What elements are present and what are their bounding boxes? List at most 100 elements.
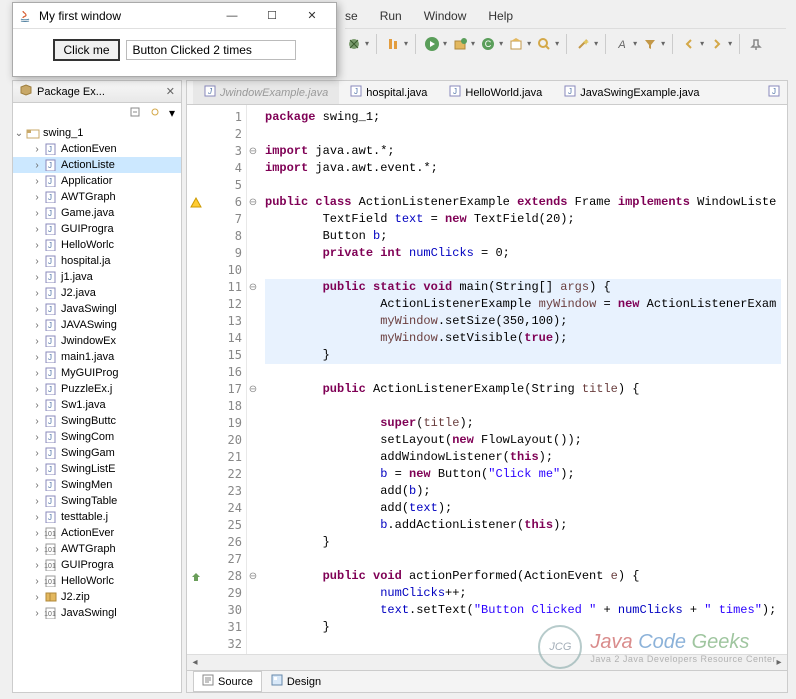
tree-item[interactable]: › J SwingListE <box>13 461 181 477</box>
expander-icon[interactable]: › <box>31 400 43 411</box>
expander-icon[interactable]: › <box>31 352 43 363</box>
output-textfield[interactable] <box>126 40 296 60</box>
dropdown-icon[interactable]: ▾ <box>661 39 665 48</box>
dropdown-icon[interactable]: ▾ <box>527 39 531 48</box>
collapse-icon[interactable] <box>129 106 141 121</box>
expander-icon[interactable]: › <box>31 192 43 203</box>
expander-icon[interactable]: › <box>31 480 43 491</box>
new-package-icon[interactable] <box>451 35 469 53</box>
menu-window[interactable]: Window <box>424 9 467 23</box>
dropdown-icon[interactable]: ▾ <box>404 39 408 48</box>
expander-icon[interactable]: › <box>31 240 43 251</box>
code-area[interactable]: package swing_1;import java.awt.*;import… <box>259 105 787 692</box>
expander-icon[interactable]: › <box>31 256 43 267</box>
tree-item[interactable]: › J hospital.ja <box>13 253 181 269</box>
tree-item[interactable]: › J HelloWorlc <box>13 237 181 253</box>
titlebar[interactable]: My first window — ☐ ✕ <box>13 3 336 29</box>
dropdown-icon[interactable]: ▾ <box>594 39 598 48</box>
close-icon[interactable]: ✕ <box>166 85 175 98</box>
scroll-left-icon[interactable]: ◂ <box>187 657 203 668</box>
tree-item[interactable]: › J ActionListe <box>13 157 181 173</box>
expander-icon[interactable]: › <box>31 336 43 347</box>
expander-icon[interactable]: › <box>31 512 43 523</box>
expander-icon[interactable]: › <box>31 384 43 395</box>
tab-javaswing[interactable]: J JavaSwingExample.java <box>553 81 710 104</box>
tree-item[interactable]: › J JAVASwing <box>13 317 181 333</box>
dropdown-icon[interactable]: ▾ <box>700 39 704 48</box>
expander-icon[interactable]: › <box>31 160 43 171</box>
expander-icon[interactable]: › <box>31 272 43 283</box>
tab-helloworld[interactable]: J HelloWorld.java <box>438 81 553 104</box>
tree-item[interactable]: › J j1.java <box>13 269 181 285</box>
toggle-a-icon[interactable]: A <box>613 35 631 53</box>
expander-icon[interactable]: › <box>31 528 43 539</box>
open-type-icon[interactable] <box>507 35 525 53</box>
tree-item[interactable]: › J Applicatior <box>13 173 181 189</box>
click-me-button[interactable]: Click me <box>53 39 119 61</box>
tree-item[interactable]: › J AWTGraph <box>13 189 181 205</box>
expander-icon[interactable]: › <box>31 432 43 443</box>
expander-icon[interactable]: › <box>31 224 43 235</box>
new-class-icon[interactable]: C <box>479 35 497 53</box>
tree-item[interactable]: › J GUIProgra <box>13 221 181 237</box>
dropdown-icon[interactable]: ▾ <box>471 39 475 48</box>
panel-header[interactable]: Package Ex... ✕ <box>13 81 181 103</box>
tree-item[interactable]: › 101 GUIProgra <box>13 557 181 573</box>
expander-icon[interactable]: ⌄ <box>13 128 25 139</box>
expander-icon[interactable]: › <box>31 592 43 603</box>
menu-icon[interactable]: ▾ <box>169 106 175 120</box>
tree-item[interactable]: › J PuzzleEx.j <box>13 381 181 397</box>
tree-item[interactable]: › J SwingButtc <box>13 413 181 429</box>
expander-icon[interactable]: › <box>31 416 43 427</box>
minimize-button[interactable]: — <box>212 3 252 28</box>
expander-icon[interactable]: › <box>31 496 43 507</box>
run-icon[interactable] <box>423 35 441 53</box>
dropdown-icon[interactable]: ▾ <box>443 39 447 48</box>
menu-run[interactable]: Run <box>380 9 402 23</box>
maximize-button[interactable]: ☐ <box>252 3 292 28</box>
dropdown-icon[interactable]: ▾ <box>555 39 559 48</box>
expander-icon[interactable]: › <box>31 176 43 187</box>
search-icon[interactable] <box>535 35 553 53</box>
tree-item[interactable]: › J SwingTable <box>13 493 181 509</box>
menu-truncated[interactable]: se <box>345 9 358 23</box>
scroll-right-icon[interactable]: ▸ <box>771 657 787 668</box>
expander-icon[interactable]: › <box>31 576 43 587</box>
tree-item[interactable]: › 101 AWTGraph <box>13 541 181 557</box>
expander-icon[interactable]: › <box>31 368 43 379</box>
editor-body[interactable]: 1234567891011121314151617181920212223242… <box>187 105 787 692</box>
expander-icon[interactable]: › <box>31 304 43 315</box>
tree-item[interactable]: › J SwingGam <box>13 445 181 461</box>
horizontal-scrollbar[interactable]: ◂ ▸ <box>187 654 787 670</box>
tree-item[interactable]: › J Game.java <box>13 205 181 221</box>
tab-hidden[interactable]: J JwindowExample.java <box>193 81 339 104</box>
expander-icon[interactable]: › <box>31 448 43 459</box>
link-icon[interactable] <box>149 106 161 121</box>
tree-item[interactable]: › J2.zip <box>13 589 181 605</box>
filter-icon[interactable] <box>641 35 659 53</box>
forward-icon[interactable] <box>708 35 726 53</box>
expander-icon[interactable]: › <box>31 320 43 331</box>
tree-item[interactable]: › J ActionEven <box>13 141 181 157</box>
tree-item[interactable]: › J testtable.j <box>13 509 181 525</box>
debug-icon[interactable] <box>345 35 363 53</box>
tab-source[interactable]: Source <box>193 671 262 692</box>
tab-hospital[interactable]: J hospital.java <box>339 81 438 104</box>
dropdown-icon[interactable]: ▾ <box>633 39 637 48</box>
tree-item[interactable]: › 101 ActionEver <box>13 525 181 541</box>
tree-item[interactable]: › 101 JavaSwingl <box>13 605 181 621</box>
tree-item[interactable]: › J JwindowEx <box>13 333 181 349</box>
back-icon[interactable] <box>680 35 698 53</box>
tree-item[interactable]: › J Sw1.java <box>13 397 181 413</box>
expander-icon[interactable]: › <box>31 544 43 555</box>
expander-icon[interactable]: › <box>31 608 43 619</box>
dropdown-icon[interactable]: ▾ <box>728 39 732 48</box>
tree-item[interactable]: › J J2.java <box>13 285 181 301</box>
tree-item[interactable]: › 101 HelloWorlc <box>13 573 181 589</box>
tree-item[interactable]: › J SwingCom <box>13 429 181 445</box>
tab-more[interactable]: J <box>761 81 787 104</box>
coverage-icon[interactable] <box>384 35 402 53</box>
tree-item[interactable]: › J main1.java <box>13 349 181 365</box>
wand-icon[interactable] <box>574 35 592 53</box>
tree-item[interactable]: › J MyGUIProg <box>13 365 181 381</box>
